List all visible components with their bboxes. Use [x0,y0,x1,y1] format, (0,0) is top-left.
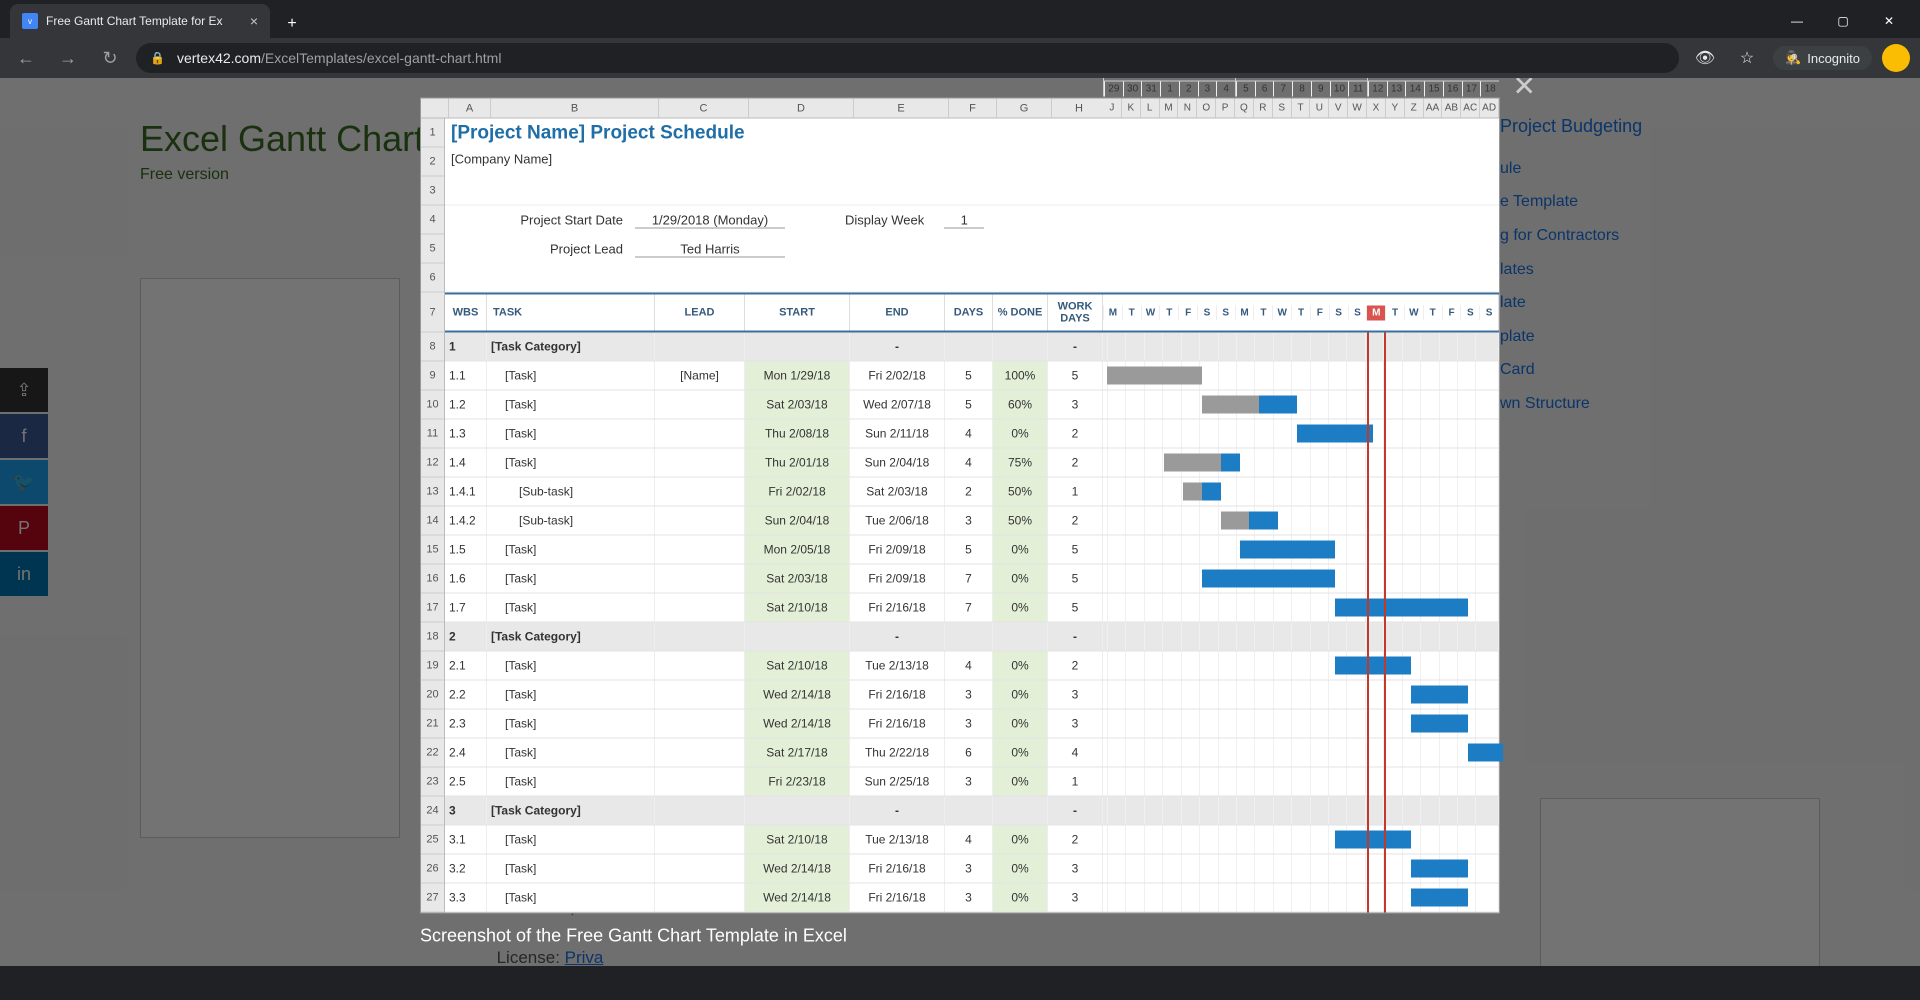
gantt-cell [1103,710,1499,738]
incognito-icon: 🕵 [1785,50,1801,66]
browser-tab[interactable]: v Free Gantt Chart Template for Ex × [10,4,270,38]
tab-title: Free Gantt Chart Template for Ex [46,14,242,28]
gantt-cell [1103,449,1499,477]
gantt-cell [1103,826,1499,854]
company-name: [Company Name] [445,148,1499,177]
forward-button[interactable]: → [52,42,84,74]
gantt-cell [1103,623,1499,651]
incognito-label: Incognito [1807,51,1860,66]
gantt-cell [1103,536,1499,564]
table-row: 1.3[Task]Thu 2/08/18Sun 2/11/1840%2 [445,420,1499,449]
table-row: 2.5[Task]Fri 2/23/18Sun 2/25/1830%1 [445,768,1499,797]
gantt-cell [1103,652,1499,680]
bookmark-icon[interactable]: ☆ [1731,42,1763,74]
gantt-cell [1103,797,1499,825]
table-row: 1.4.1[Sub-task]Fri 2/02/18Sat 2/03/18250… [445,478,1499,507]
table-row: 1.1[Task][Name]Mon 1/29/18Fri 2/02/18510… [445,362,1499,391]
gantt-cell [1103,594,1499,622]
hdr-lead: LEAD [655,295,745,331]
url-host: vertex42.com [177,50,261,66]
display-week-label: Display Week [845,213,924,228]
gantt-cell [1103,855,1499,883]
hdr-wbs: WBS [445,295,487,331]
gantt-cell [1103,391,1499,419]
gantt-cell [1103,507,1499,535]
lightbox-close-button[interactable]: ✕ [1513,78,1536,103]
start-date-label: Project Start Date [445,213,635,228]
table-row: 3.2[Task]Wed 2/14/18Fri 2/16/1830%3 [445,855,1499,884]
lightbox-caption: Screenshot of the Free Gantt Chart Templ… [420,926,1500,947]
back-button[interactable]: ← [10,42,42,74]
lead-value: Ted Harris [635,241,785,257]
table-row: 1.5[Task]Mon 2/05/18Fri 2/09/1850%5 [445,536,1499,565]
hdr-days: DAYS [945,295,993,331]
hdr-task: TASK [487,295,655,331]
address-bar[interactable]: 🔒 vertex42.com/ExcelTemplates/excel-gant… [136,43,1679,73]
table-row: 1.4.2[Sub-task]Sun 2/04/18Tue 2/06/18350… [445,507,1499,536]
gantt-column-headers: JKLMNOPQRSTUVWXYZAAABACAD [1103,99,1499,119]
gantt-cell [1103,739,1499,767]
table-row: 2.4[Task]Sat 2/17/18Thu 2/22/1860%4 [445,739,1499,768]
week-headers: Week 129 Jan 20182930311234Week 25 Feb 2… [1103,78,1499,97]
table-row: 1[Task Category]-- [445,333,1499,362]
hdr-start: START [745,295,850,331]
table-header-row: WBS TASK LEAD START END DAYS % DONE WORK… [445,293,1499,333]
day-letters-row: MTWTFSSMTWTFSSMTWTFSS [1103,295,1499,331]
table-row: 2[Task Category]-- [445,623,1499,652]
gantt-cell [1103,420,1499,448]
profile-avatar[interactable] [1882,44,1910,72]
display-week-value: 1 [944,212,984,228]
table-row: 3[Task Category]-- [445,797,1499,826]
close-window-button[interactable]: ✕ [1866,5,1912,37]
table-row: 1.6[Task]Sat 2/03/18Fri 2/09/1870%5 [445,565,1499,594]
eye-off-icon[interactable]: 👁 [1689,42,1721,74]
gantt-spreadsheet-image: ABCDEFGHI JKLMNOPQRSTUVWXYZAAABACAD 1234… [420,98,1500,914]
table-row: 1.4[Task]Thu 2/01/18Sun 2/04/18475%2 [445,449,1499,478]
gantt-cell [1103,681,1499,709]
gantt-cell [1103,333,1499,361]
lock-icon: 🔒 [150,51,165,65]
start-date-value: 1/29/2018 (Monday) [635,212,785,228]
gantt-cell [1103,362,1499,390]
project-title: [Project Name] Project Schedule [445,119,1499,148]
hdr-end: END [850,295,945,331]
url-path: /ExcelTemplates/excel-gantt-chart.html [261,50,501,66]
new-tab-button[interactable]: + [278,10,306,38]
table-row: 1.2[Task]Sat 2/03/18Wed 2/07/18560%3 [445,391,1499,420]
close-tab-icon[interactable]: × [250,13,258,29]
lead-label: Project Lead [445,242,635,257]
hdr-pct: % DONE [993,295,1048,331]
gantt-cell [1103,478,1499,506]
maximize-button[interactable]: ▢ [1820,5,1866,37]
gantt-cell [1103,565,1499,593]
table-row: 2.3[Task]Wed 2/14/18Fri 2/16/1830%3 [445,710,1499,739]
table-row: 2.1[Task]Sat 2/10/18Tue 2/13/1840%2 [445,652,1499,681]
table-row: 2.2[Task]Wed 2/14/18Fri 2/16/1830%3 [445,681,1499,710]
table-row: 3.3[Task]Wed 2/14/18Fri 2/16/1830%3 [445,884,1499,913]
reload-button[interactable]: ↻ [94,42,126,74]
favicon-icon: v [22,13,38,29]
gantt-cell [1103,884,1499,912]
row-headers: 1234567891011121314151617181920212223242… [421,119,445,913]
table-row: 3.1[Task]Sat 2/10/18Tue 2/13/1840%2 [445,826,1499,855]
lightbox: ✕ ABCDEFGHI JKLMNOPQRSTUVWXYZAAABACAD 12… [420,98,1500,947]
hdr-wdays: WORK DAYS [1048,295,1103,331]
minimize-button[interactable]: ― [1774,5,1820,37]
incognito-badge[interactable]: 🕵 Incognito [1773,46,1872,70]
table-row: 1.7[Task]Sat 2/10/18Fri 2/16/1870%5 [445,594,1499,623]
gantt-cell [1103,768,1499,796]
